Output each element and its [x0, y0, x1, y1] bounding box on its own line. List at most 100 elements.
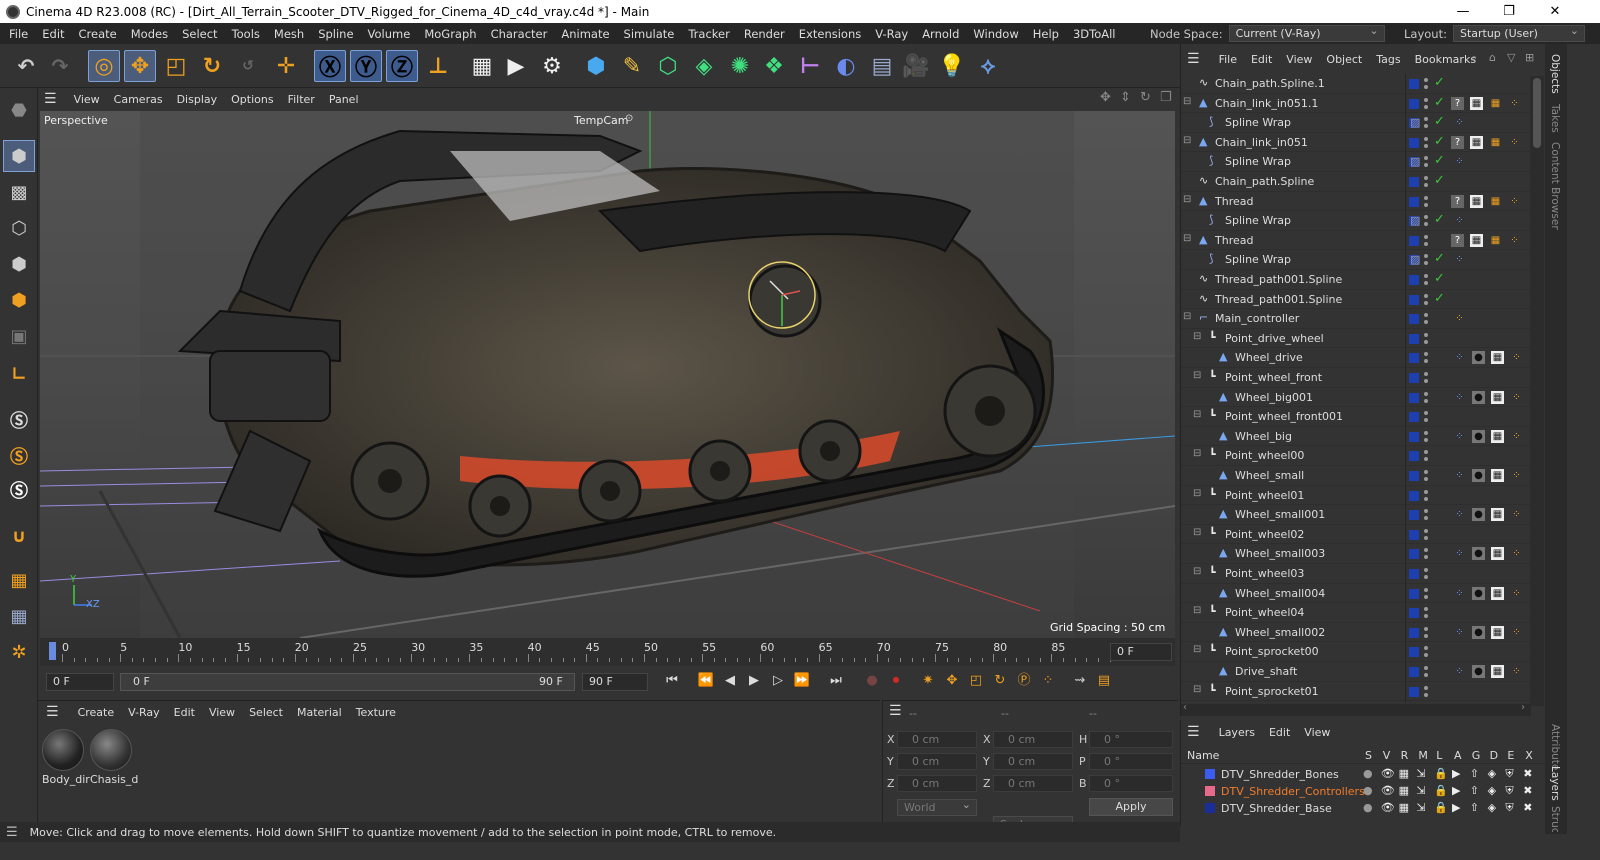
object-name[interactable]: Point_sprocket00: [1225, 645, 1319, 658]
scale-key-icon[interactable]: ◰: [966, 671, 986, 691]
object-row[interactable]: ⊟ ┗ Point_wheel_front: [1181, 368, 1531, 388]
vp-menu-display[interactable]: Display: [170, 93, 225, 106]
menu-vray[interactable]: V-Ray: [868, 27, 915, 41]
pen-icon[interactable]: ✎: [616, 50, 648, 82]
3d-viewport[interactable]: Perspective TempCam ⊙ Y XZ Grid Spacing …: [40, 111, 1175, 638]
object-name[interactable]: Spline Wrap: [1225, 116, 1291, 129]
position-x-field[interactable]: 0 cm: [897, 731, 977, 748]
checker-material-tag-icon[interactable]: ▦: [1491, 665, 1504, 678]
vp-menu-options[interactable]: Options: [224, 93, 280, 106]
layer-color-swatch[interactable]: [1409, 549, 1419, 560]
menu-character[interactable]: Character: [484, 27, 555, 41]
checker-material-tag-icon[interactable]: ▦: [1491, 390, 1504, 404]
next-key-icon[interactable]: ⏩: [792, 671, 812, 691]
layer-locked-icon[interactable]: 🔒: [1434, 767, 1448, 780]
selection-tag-icon[interactable]: ⁘: [1453, 429, 1466, 443]
layer-visible-icon[interactable]: 👁: [1381, 801, 1395, 814]
layer-color-swatch[interactable]: [1409, 235, 1419, 246]
point-mode-icon[interactable]: ⬡: [3, 212, 35, 244]
visibility-dots-icon[interactable]: [1424, 77, 1428, 91]
layer-generators-icon[interactable]: ⇧: [1470, 801, 1479, 814]
workplane-snap-icon[interactable]: Ⓢ: [3, 474, 35, 506]
layer-name[interactable]: DTV_Shredder_Base: [1221, 802, 1332, 815]
checker-material-tag-icon[interactable]: ▦: [1470, 96, 1483, 110]
checker-material-tag-icon[interactable]: ▦: [1470, 194, 1483, 208]
viewport-hamburger-icon[interactable]: ☰: [38, 91, 67, 107]
layer-solo-icon[interactable]: ●: [1363, 784, 1373, 797]
object-name[interactable]: Thread_path001.Spline: [1215, 293, 1342, 306]
point-selection-tag-icon[interactable]: ⁘: [1453, 155, 1466, 169]
layer-manager-icon[interactable]: ⇲: [1416, 801, 1425, 814]
layer-animation-icon[interactable]: ▶: [1452, 767, 1460, 780]
axis-mode-icon[interactable]: ∟: [3, 358, 35, 390]
layer-generators-icon[interactable]: ⇧: [1470, 767, 1479, 780]
object-name[interactable]: Point_wheel02: [1225, 528, 1304, 541]
menu-animate[interactable]: Animate: [554, 27, 616, 41]
vray-material-tag-icon[interactable]: ●: [1472, 351, 1485, 365]
visibility-dots-icon[interactable]: [1424, 626, 1428, 640]
visibility-dots-icon[interactable]: [1424, 508, 1428, 522]
tab-structure[interactable]: Structure: [1549, 806, 1561, 832]
home-icon[interactable]: ⌂: [1489, 51, 1496, 64]
ik-tag-icon[interactable]: ⁘: [1508, 135, 1521, 149]
menu-edit[interactable]: Edit: [35, 27, 71, 41]
cube-icon[interactable]: ⬢: [580, 50, 612, 82]
object-row[interactable]: ⊟ ┗ Point_wheel00: [1181, 446, 1531, 467]
enabled-check-icon[interactable]: ✓: [1434, 153, 1445, 168]
layer-deformers-icon[interactable]: ◈: [1488, 784, 1496, 797]
object-row[interactable]: ⟆ Spline Wrap ▨ ✓ ⁘: [1181, 113, 1531, 134]
object-name[interactable]: Thread: [1215, 195, 1253, 208]
expand-toggle-icon[interactable]: ⊟: [1183, 96, 1191, 107]
menu-simulate[interactable]: Simulate: [617, 27, 682, 41]
workplane-icon[interactable]: ▦: [3, 564, 35, 596]
layer-visible-icon[interactable]: 👁: [1381, 767, 1395, 780]
object-name[interactable]: Thread: [1215, 234, 1253, 247]
controller-tag-icon[interactable]: ⁘: [1453, 312, 1466, 326]
object-row[interactable]: ⊟ ┗ Point_drive_wheel: [1181, 328, 1531, 349]
object-name[interactable]: Point_wheel_front001: [1225, 410, 1343, 423]
ik-tag-icon[interactable]: ⁘: [1510, 586, 1523, 600]
object-name[interactable]: Point_wheel00: [1225, 449, 1304, 462]
snap-icon[interactable]: Ⓢ: [3, 404, 35, 436]
expand-toggle-icon[interactable]: ⊟: [1183, 194, 1191, 205]
deformer-enable-icon[interactable]: ▨: [1410, 214, 1420, 227]
magnet-icon[interactable]: ∪: [3, 520, 35, 552]
add-icon[interactable]: ✛: [270, 50, 302, 82]
object-row[interactable]: ⊟ ┗ Point_sprocket00: [1181, 642, 1531, 663]
layer-hamburger-icon[interactable]: ☰: [1181, 724, 1212, 740]
node-space-dropdown[interactable]: Current (V-Ray): [1228, 23, 1385, 42]
object-name[interactable]: Wheel_small004: [1235, 587, 1325, 600]
tab-takes[interactable]: Takes: [1549, 104, 1561, 133]
material-hamburger-icon[interactable]: ☰: [38, 704, 71, 720]
x-axis-icon[interactable]: Ⓧ: [314, 50, 346, 82]
enabled-check-icon[interactable]: ✓: [1434, 271, 1445, 286]
visibility-dots-icon[interactable]: [1424, 312, 1428, 326]
mat-menu-create[interactable]: Create: [71, 706, 122, 719]
object-name[interactable]: Point_wheel_front: [1225, 371, 1322, 384]
visibility-dots-icon[interactable]: [1424, 351, 1428, 365]
layer-row[interactable]: DTV_Shredder_Base ● 👁 ▦ ⇲ 🔒 ▶ ⇧ ◈ ⛨ ✖: [1181, 800, 1546, 817]
object-name[interactable]: Wheel_big001: [1235, 391, 1313, 404]
object-row[interactable]: ∿ Chain_path.Spline ✓: [1181, 172, 1531, 192]
texture-tag-icon[interactable]: ▦: [1489, 233, 1502, 247]
visibility-dots-icon[interactable]: [1424, 136, 1428, 150]
vp-menu-cameras[interactable]: Cameras: [107, 93, 170, 106]
layer-color-swatch[interactable]: [1205, 769, 1215, 779]
layer-column-header[interactable]: A: [1454, 749, 1462, 762]
deformer-enable-icon[interactable]: ▨: [1410, 253, 1420, 266]
layer-color-swatch[interactable]: [1409, 686, 1419, 697]
layer-expressions-icon[interactable]: ⛨: [1505, 784, 1513, 798]
layer-color-swatch[interactable]: [1409, 79, 1419, 89]
object-name[interactable]: Point_wheel04: [1225, 606, 1304, 619]
position-z-field[interactable]: 0 cm: [897, 775, 977, 792]
expand-toggle-icon[interactable]: ⊟: [1193, 448, 1201, 459]
visibility-dots-icon[interactable]: [1424, 293, 1428, 307]
start-frame-field[interactable]: 0 F: [46, 673, 114, 691]
object-name[interactable]: Point_drive_wheel: [1225, 332, 1324, 345]
object-row[interactable]: ⊟ ▲ Chain_link_in051 ✓? ▦ ▦ ⁘: [1181, 132, 1531, 153]
scheme-icon[interactable]: ⇝: [1070, 671, 1090, 691]
visibility-dots-icon[interactable]: [1424, 371, 1428, 385]
layer-render-icon[interactable]: ▦: [1399, 801, 1409, 814]
expand-toggle-icon[interactable]: ⊟: [1193, 566, 1201, 577]
layer-color-swatch[interactable]: [1409, 608, 1419, 619]
